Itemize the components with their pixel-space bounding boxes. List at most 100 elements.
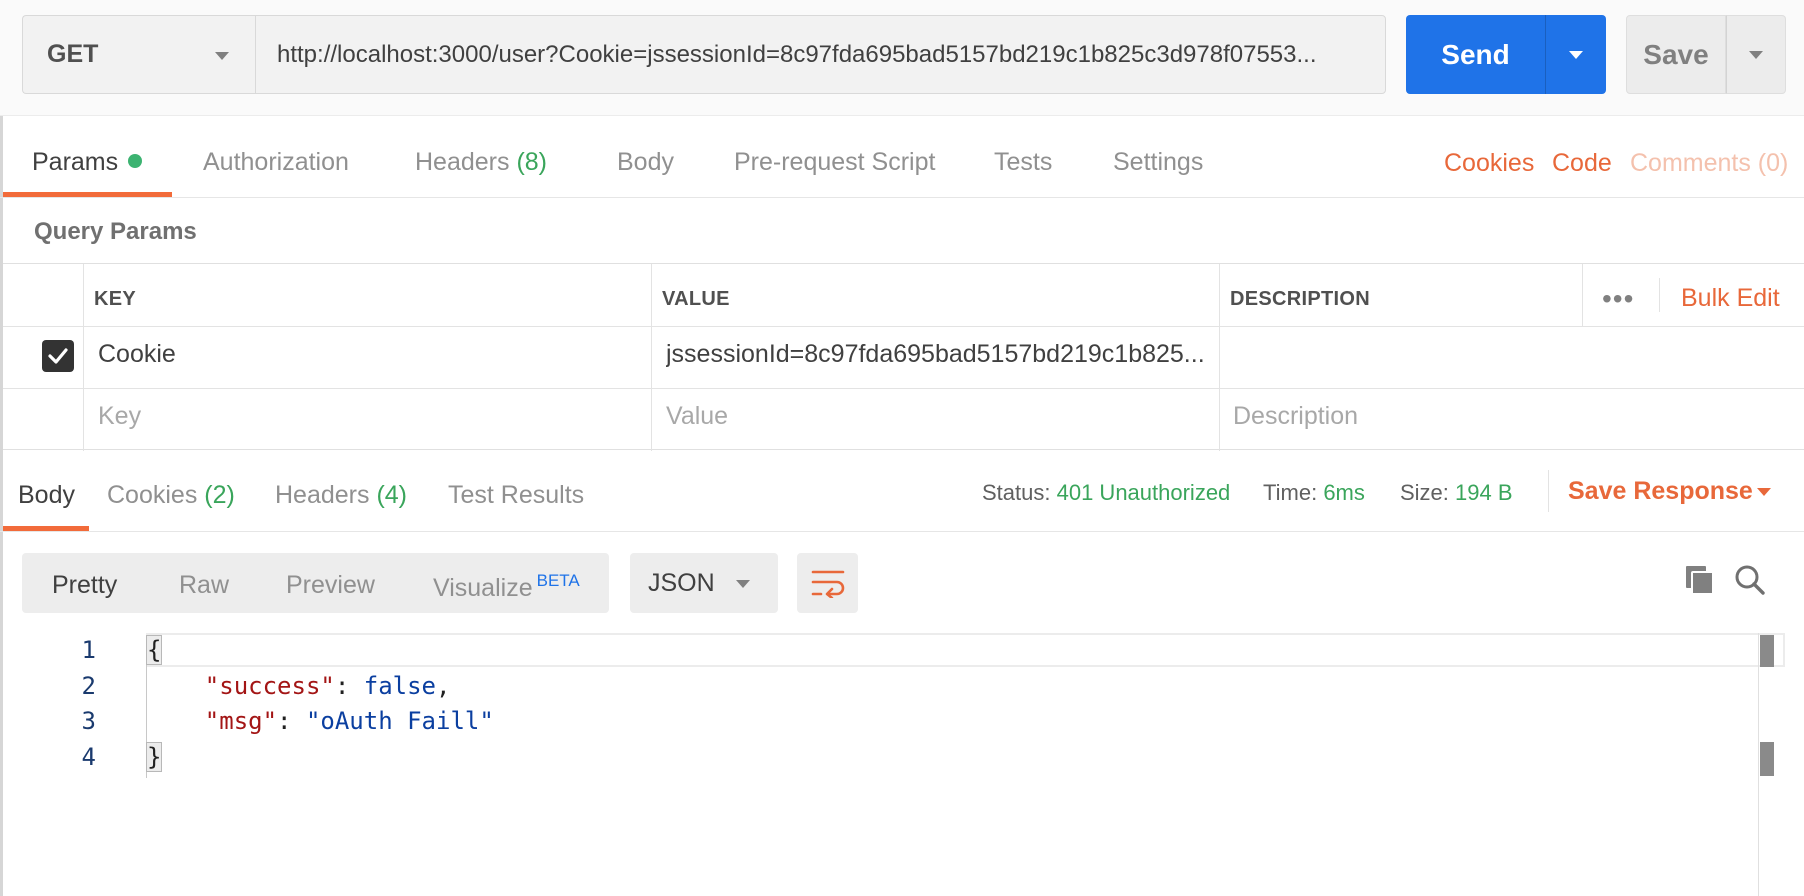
code-line: "success": false, — [204, 672, 451, 700]
time-readout: Time: 6ms — [1263, 480, 1365, 506]
tab-settings[interactable]: Settings — [1113, 148, 1203, 177]
json-key: "success" — [204, 672, 335, 700]
view-visualize-button[interactable]: Visualize BETA — [433, 571, 580, 603]
url-input[interactable]: http://localhost:3000/user?Cookie=jssess… — [255, 15, 1386, 94]
response-tab-cookies-label: Cookies — [107, 481, 198, 509]
tab-tests[interactable]: Tests — [994, 148, 1052, 177]
method-label: GET — [47, 40, 99, 68]
send-button[interactable]: Send — [1406, 15, 1545, 94]
param-value-cell[interactable]: jssessionId=8c97fda695bad5157bd219c1b825… — [666, 340, 1211, 369]
view-mode-tabs: Pretty Raw Preview Visualize BETA — [22, 553, 609, 613]
save-button[interactable]: Save — [1626, 15, 1726, 94]
beta-badge: BETA — [536, 571, 580, 590]
json-value: "oAuth Faill" — [305, 707, 494, 735]
tab-headers-label: Headers — [415, 148, 510, 176]
line-number: 4 — [81, 743, 96, 771]
time-value: 6ms — [1323, 480, 1365, 505]
active-tab-indicator — [3, 192, 172, 197]
method-select[interactable]: GET — [22, 15, 255, 94]
comments-link[interactable]: Comments (0) — [1630, 149, 1788, 178]
response-tab-cookies[interactable]: Cookies (2) — [107, 481, 235, 510]
status-label: Status: — [982, 480, 1051, 505]
line-number: 1 — [81, 636, 96, 664]
code-line: } — [145, 742, 163, 772]
chevron-down-icon — [215, 52, 229, 60]
view-raw-button[interactable]: Raw — [179, 571, 229, 600]
status-value: 401 Unauthorized — [1056, 480, 1231, 505]
request-url-bar: GET http://localhost:3000/user?Cookie=js… — [0, 0, 1804, 116]
column-header-key: KEY — [94, 288, 137, 310]
table-divider — [3, 388, 1804, 389]
line-number: 3 — [81, 707, 96, 735]
cookies-link[interactable]: Cookies — [1444, 149, 1534, 178]
table-divider — [83, 264, 84, 451]
response-tab-headers-count: (4) — [376, 481, 408, 509]
json-key: "msg" — [204, 707, 278, 735]
tab-params-label: Params — [32, 148, 119, 176]
scrollbar-track — [1758, 633, 1759, 896]
new-key-input[interactable]: Key — [98, 402, 141, 431]
tab-authorization[interactable]: Authorization — [203, 148, 349, 177]
scrollbar-thumb[interactable] — [1760, 635, 1774, 667]
column-header-value: VALUE — [662, 288, 730, 310]
save-response-button[interactable]: Save Response — [1568, 477, 1753, 506]
tab-headers-count: (8) — [516, 148, 548, 176]
format-select-value: JSON — [648, 568, 715, 597]
copy-icon[interactable] — [1683, 563, 1717, 597]
send-options-button[interactable] — [1545, 15, 1606, 94]
bulk-edit-link[interactable]: Bulk Edit — [1681, 284, 1780, 313]
divider — [1548, 470, 1549, 512]
chevron-down-icon — [1569, 50, 1583, 59]
param-enabled-checkbox[interactable] — [42, 340, 74, 372]
format-select[interactable]: JSON — [630, 553, 778, 613]
param-key-cell[interactable]: Cookie — [98, 340, 638, 369]
save-options-button[interactable] — [1726, 15, 1786, 94]
chevron-down-icon[interactable] — [1757, 488, 1771, 496]
code-line: "msg": "oAuth Faill" — [204, 707, 494, 735]
scrollbar-marker — [1760, 742, 1774, 776]
wrap-lines-button[interactable] — [797, 553, 858, 613]
response-tab-headers-label: Headers — [275, 481, 370, 509]
chevron-down-icon — [1749, 50, 1763, 59]
response-tab-test-results[interactable]: Test Results — [448, 481, 584, 510]
request-tabs: Params Authorization Headers (8) Body Pr… — [0, 116, 1804, 198]
response-tab-cookies-count: (2) — [204, 481, 235, 509]
checkmark-icon — [48, 348, 68, 364]
size-value: 194 B — [1455, 480, 1513, 505]
tab-headers[interactable]: Headers (8) — [415, 148, 547, 177]
table-divider — [1659, 278, 1660, 312]
query-params-title: Query Params — [34, 218, 197, 245]
table-divider — [651, 264, 652, 451]
response-body-viewer[interactable]: 1 2 3 4 { "success": false, "msg": "oAut… — [0, 633, 1804, 896]
table-divider — [1582, 264, 1583, 326]
code-line: { — [145, 635, 163, 665]
line-number: 2 — [81, 672, 96, 700]
tab-params[interactable]: Params — [32, 148, 143, 177]
search-icon[interactable] — [1733, 563, 1767, 597]
json-value: false — [363, 672, 436, 700]
size-label: Size: — [1400, 480, 1449, 505]
tab-prerequest-script[interactable]: Pre-request Script — [734, 148, 935, 177]
table-divider — [3, 326, 1804, 327]
params-active-dot — [128, 154, 143, 168]
more-options-button[interactable]: ••• — [1602, 283, 1634, 315]
open-brace: { — [145, 635, 163, 665]
response-bar: Body Cookies (2) Headers (4) Test Result… — [0, 452, 1804, 532]
response-tab-body[interactable]: Body — [18, 481, 75, 510]
active-tab-indicator — [3, 526, 89, 531]
query-params-table: KEY VALUE DESCRIPTION ••• Bulk Edit Cook… — [3, 263, 1804, 451]
size-readout: Size: 194 B — [1400, 480, 1513, 506]
view-preview-button[interactable]: Preview — [286, 571, 375, 600]
view-pretty-button[interactable]: Pretty — [52, 571, 117, 600]
status-readout: Status: 401 Unauthorized — [982, 480, 1230, 506]
tab-body[interactable]: Body — [617, 148, 674, 177]
close-brace: } — [145, 742, 163, 772]
new-value-input[interactable]: Value — [666, 402, 728, 431]
chevron-down-icon — [736, 580, 750, 588]
column-header-description: DESCRIPTION — [1230, 288, 1370, 310]
visualize-label: Visualize — [433, 574, 533, 602]
code-link[interactable]: Code — [1552, 149, 1612, 178]
time-label: Time: — [1263, 480, 1318, 505]
response-tab-headers[interactable]: Headers (4) — [275, 481, 407, 510]
new-description-input[interactable]: Description — [1233, 402, 1358, 431]
